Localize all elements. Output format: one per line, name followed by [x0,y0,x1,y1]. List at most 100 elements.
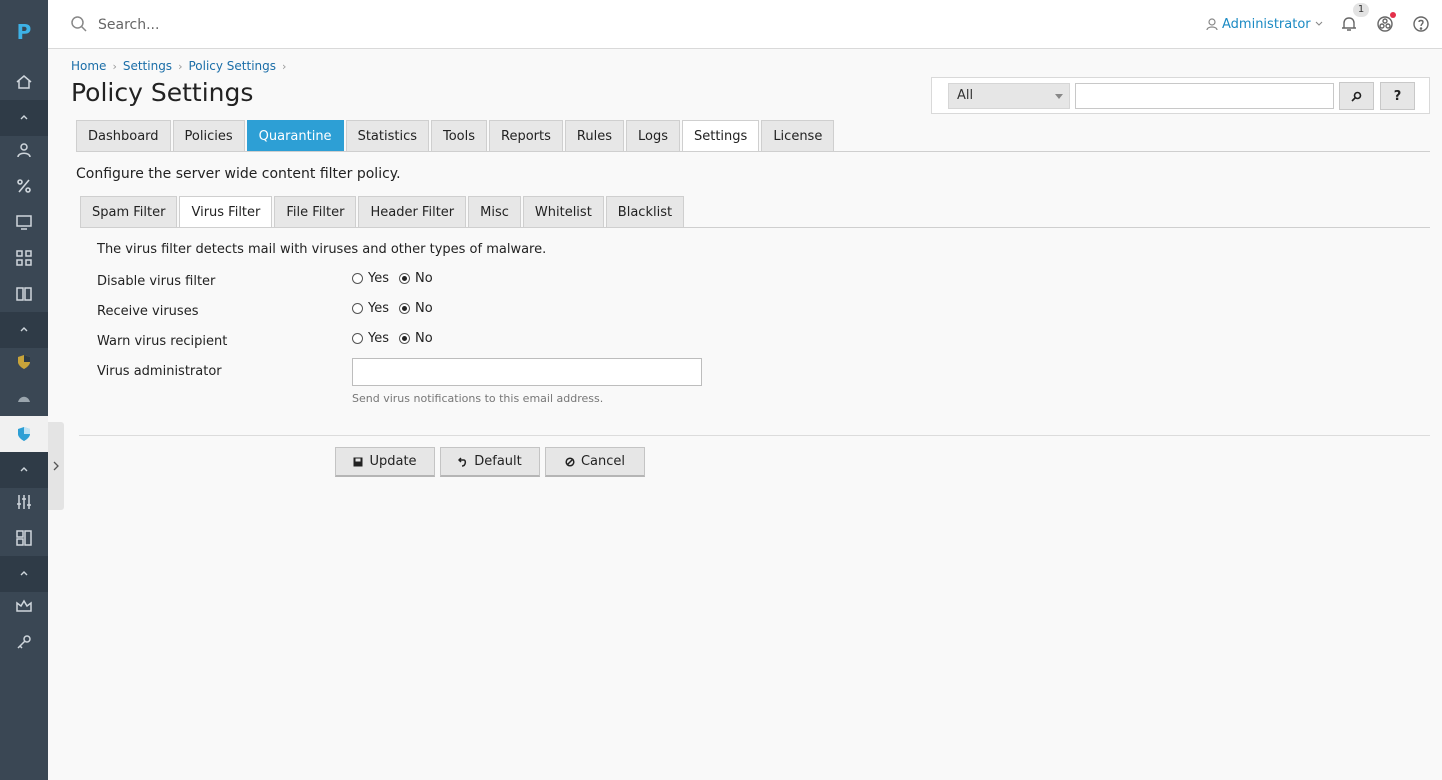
page-description: Configure the server wide content filter… [76,166,401,182]
breadcrumb-chevron-icon: › [112,59,117,73]
radio-yes-label: Yes [368,271,389,286]
radio-no-label: No [415,331,433,346]
breadcrumb-chevron-icon: › [282,59,287,73]
receive-viruses-radio-group: Yes No [352,301,443,316]
virus-administrator-label: Virus administrator [97,364,222,379]
sliders-icon[interactable] [0,484,48,520]
chevron-right-icon [53,461,59,471]
caret-down-icon [1055,94,1063,99]
crown-icon[interactable] [0,588,48,624]
help-icon[interactable] [1412,15,1430,33]
tab-tools[interactable]: Tools [431,120,488,151]
warn-virus-recipient-no-radio[interactable] [399,333,410,344]
receive-viruses-yes-radio[interactable] [352,303,363,314]
collapse-chevron-icon[interactable] [0,452,48,488]
search-icon [70,15,88,33]
user-icon[interactable] [0,132,48,168]
default-button[interactable]: Default [440,447,540,477]
page-title: Policy Settings [71,78,254,107]
subtab-misc[interactable]: Misc [468,196,521,227]
subtab-whitelist[interactable]: Whitelist [522,196,604,227]
warn-virus-recipient-radio-group: Yes No [352,331,443,346]
receive-viruses-label: Receive viruses [97,304,199,319]
notifications-bell-icon[interactable] [1340,15,1358,33]
filter-search-input[interactable] [1075,83,1334,109]
disable-virus-filter-no-radio[interactable] [399,273,410,284]
monitor-icon[interactable] [0,204,48,240]
main-tabs-underline [76,151,1430,152]
tab-rules[interactable]: Rules [564,120,624,151]
breadcrumb: Home › Settings › Policy Settings › [71,57,292,75]
subtab-header-filter[interactable]: Header Filter [358,196,467,227]
sub-tabs: Spam Filter Virus Filter File Filter Hea… [80,196,685,228]
filter-scope-select[interactable]: All [948,83,1070,109]
sub-tabs-underline [80,227,1430,228]
undo-arrow-icon [458,456,467,467]
key-icon[interactable] [0,624,48,660]
main-tabs: Dashboard Policies Quarantine Statistics… [76,120,835,152]
default-button-label: Default [474,454,522,469]
radio-no-label: No [415,271,433,286]
collapse-chevron-icon[interactable] [0,556,48,592]
disable-virus-filter-label: Disable virus filter [97,274,216,289]
left-rail: P [0,0,48,780]
tab-statistics[interactable]: Statistics [345,120,429,151]
grid-icon[interactable] [0,240,48,276]
collapse-chevron-icon[interactable] [0,100,48,136]
subtab-file-filter[interactable]: File Filter [274,196,357,227]
warn-virus-recipient-yes-radio[interactable] [352,333,363,344]
rail-expand-toggle[interactable] [48,422,64,510]
cancel-button[interactable]: Cancel [545,447,645,477]
user-icon [1206,17,1218,30]
mail-filter-extension-icon[interactable] [0,416,48,452]
receive-viruses-no-radio[interactable] [399,303,410,314]
filter-scope-value: All [957,88,974,103]
tab-policies[interactable]: Policies [172,120,245,151]
cancel-circle-icon [565,456,575,467]
form-divider [79,435,1430,436]
dashboard-layout-icon[interactable] [0,520,48,556]
breadcrumb-home[interactable]: Home [71,59,106,73]
tab-dashboard[interactable]: Dashboard [76,120,171,151]
radio-yes-label: Yes [368,331,389,346]
tab-settings[interactable]: Settings [681,120,760,152]
cancel-button-label: Cancel [580,454,626,469]
update-button-label: Update [369,454,417,469]
book-icon[interactable] [0,276,48,312]
collapse-chevron-icon[interactable] [0,312,48,348]
user-menu[interactable]: Administrator [1206,15,1323,33]
breadcrumb-policy-settings[interactable]: Policy Settings [188,59,276,73]
tab-logs[interactable]: Logs [625,120,680,151]
shield-extension-icon[interactable] [0,344,48,380]
filter-help-button[interactable]: ? [1380,82,1415,110]
breadcrumb-chevron-icon: › [178,59,183,73]
filter-search-button[interactable] [1339,82,1374,110]
tab-quarantine[interactable]: Quarantine [246,120,344,151]
bird-extension-icon[interactable] [0,380,48,416]
tab-reports[interactable]: Reports [489,120,563,151]
breadcrumb-settings[interactable]: Settings [123,59,172,73]
search-icon [1351,91,1362,102]
top-bar: Administrator 1 [48,0,1442,49]
tab-license[interactable]: License [761,120,835,151]
percent-icon[interactable] [0,168,48,204]
alert-dot [1390,12,1396,18]
virus-administrator-hint: Send virus notifications to this email a… [352,392,604,405]
home-icon[interactable] [0,64,48,100]
subtab-virus-filter[interactable]: Virus Filter [179,196,273,228]
user-name: Administrator [1222,16,1311,32]
notification-count-badge: 1 [1353,3,1369,17]
subtab-spam-filter[interactable]: Spam Filter [80,196,178,227]
virus-filter-intro: The virus filter detects mail with virus… [97,242,547,257]
virus-administrator-email-input[interactable] [352,358,702,386]
disable-virus-filter-radio-group: Yes No [352,271,443,286]
product-logo[interactable]: P [0,0,48,64]
subtab-blacklist[interactable]: Blacklist [605,196,685,227]
radio-yes-label: Yes [368,301,389,316]
disable-virus-filter-yes-radio[interactable] [352,273,363,284]
filter-bar: All ? [931,77,1430,114]
warn-virus-recipient-label: Warn virus recipient [97,334,228,349]
update-button[interactable]: Update [335,447,435,477]
radio-no-label: No [415,301,433,316]
global-search-input[interactable] [96,12,500,38]
